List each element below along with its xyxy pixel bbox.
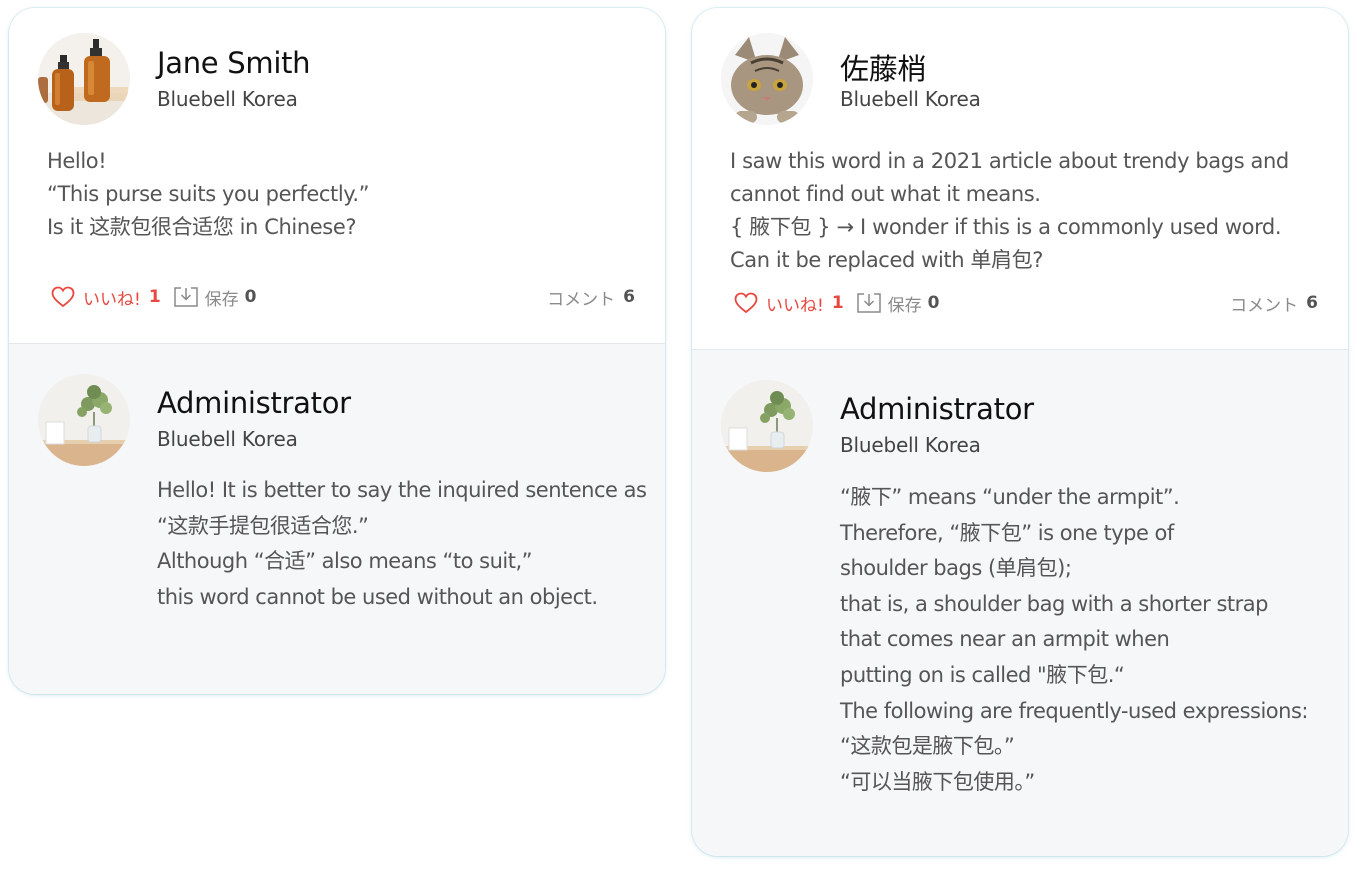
answer-section: Administrator Bluebell Korea “腋下” means … — [692, 350, 1348, 856]
action-bar: いいね! 1 保存 0 コメント 6 — [51, 284, 635, 310]
amber-bottles-image — [38, 33, 130, 125]
answer-line: “这款手提包很适合您.” — [157, 513, 369, 538]
author-company: Bluebell Korea — [157, 427, 298, 451]
answer-line: that is, a shoulder bag with a shorter s… — [840, 591, 1268, 616]
answer-line: Hello! It is better to say the inquired … — [157, 478, 647, 502]
avatar[interactable] — [38, 374, 130, 466]
question-text: Hello! “This purse suits you perfectly.”… — [47, 145, 645, 244]
save-label: 保存 — [204, 289, 239, 310]
comment-label: コメント — [1230, 295, 1299, 316]
question-section: 佐藤梢 Bluebell Korea I saw this word in a … — [692, 8, 1348, 350]
answer-line: Therefore, “腋下包” is one type of — [840, 520, 1174, 545]
like-label: いいね! — [766, 295, 824, 316]
like-count: 1 — [831, 293, 844, 313]
save-label: 保存 — [887, 295, 922, 316]
plant-vase-image — [38, 374, 130, 466]
heart-icon — [51, 286, 75, 308]
answer-line: The following are frequently-used expres… — [840, 698, 1308, 723]
like-button[interactable]: いいね! 1 — [51, 285, 161, 310]
download-tray-icon — [856, 293, 881, 313]
author-company: Bluebell Korea — [840, 87, 981, 111]
question-line: I saw this word in a 2021 article about … — [730, 149, 1289, 173]
avatar[interactable] — [721, 33, 813, 125]
question-line: Hello! — [47, 149, 107, 173]
author-name: Administrator — [840, 392, 1034, 426]
download-tray-icon — [173, 287, 198, 307]
like-button[interactable]: いいね! 1 — [734, 291, 844, 316]
answer-text: “腋下” means “under the armpit”. Therefore… — [840, 480, 1338, 800]
answer-line: putting on is called "腋下包.“ — [840, 662, 1125, 687]
question-line: Is it 这款包很合适您 in Chinese? — [47, 215, 357, 239]
answer-line: this word cannot be used without an obje… — [157, 584, 598, 609]
like-count: 1 — [148, 287, 161, 307]
comment-count: 6 — [1306, 293, 1318, 313]
save-button[interactable]: 保存 0 — [173, 285, 257, 310]
author-name: 佐藤梢 — [840, 52, 927, 86]
qa-card: Jane Smith Bluebell Korea Hello! “This p… — [9, 8, 665, 694]
tabby-cat-image — [721, 33, 813, 125]
answer-line: “这款包是腋下包。” — [840, 734, 1015, 759]
answer-line: Although “合适” also means “to suit,” — [157, 549, 533, 573]
action-bar: いいね! 1 保存 0 コメント 6 — [734, 290, 1318, 316]
answer-line: shoulder bags (单肩包); — [840, 556, 1072, 581]
answer-section: Administrator Bluebell Korea Hello! It i… — [9, 344, 665, 694]
answer-line: “腋下” means “under the armpit”. — [840, 485, 1180, 509]
question-line: “This purse suits you perfectly.” — [47, 182, 370, 206]
question-line: { 腋下包 } → I wonder if this is a commonly… — [730, 215, 1282, 239]
heart-icon — [734, 292, 758, 314]
answer-line: that comes near an armpit when — [840, 627, 1170, 652]
plant-vase-image — [721, 380, 813, 472]
save-button[interactable]: 保存 0 — [856, 291, 940, 316]
question-section: Jane Smith Bluebell Korea Hello! “This p… — [9, 8, 665, 344]
question-line: Can it be replaced with 单肩包? — [730, 248, 1043, 272]
comment-link[interactable]: コメント 6 — [1230, 291, 1318, 316]
author-name: Jane Smith — [157, 46, 311, 80]
answer-text: Hello! It is better to say the inquired … — [157, 473, 655, 615]
like-label: いいね! — [83, 289, 141, 310]
comment-link[interactable]: コメント 6 — [547, 285, 635, 310]
qa-card: 佐藤梢 Bluebell Korea I saw this word in a … — [692, 8, 1348, 856]
answer-line: “可以当腋下包使用。” — [840, 769, 1035, 794]
avatar[interactable] — [721, 380, 813, 472]
author-name: Administrator — [157, 386, 351, 420]
question-text: I saw this word in a 2021 article about … — [730, 145, 1328, 277]
author-company: Bluebell Korea — [840, 433, 981, 457]
save-count: 0 — [927, 293, 940, 313]
save-count: 0 — [244, 287, 257, 307]
avatar[interactable] — [38, 33, 130, 125]
author-company: Bluebell Korea — [157, 87, 298, 111]
comment-count: 6 — [623, 287, 635, 307]
question-line: cannot find out what it means. — [730, 182, 1041, 206]
comment-label: コメント — [547, 289, 616, 310]
